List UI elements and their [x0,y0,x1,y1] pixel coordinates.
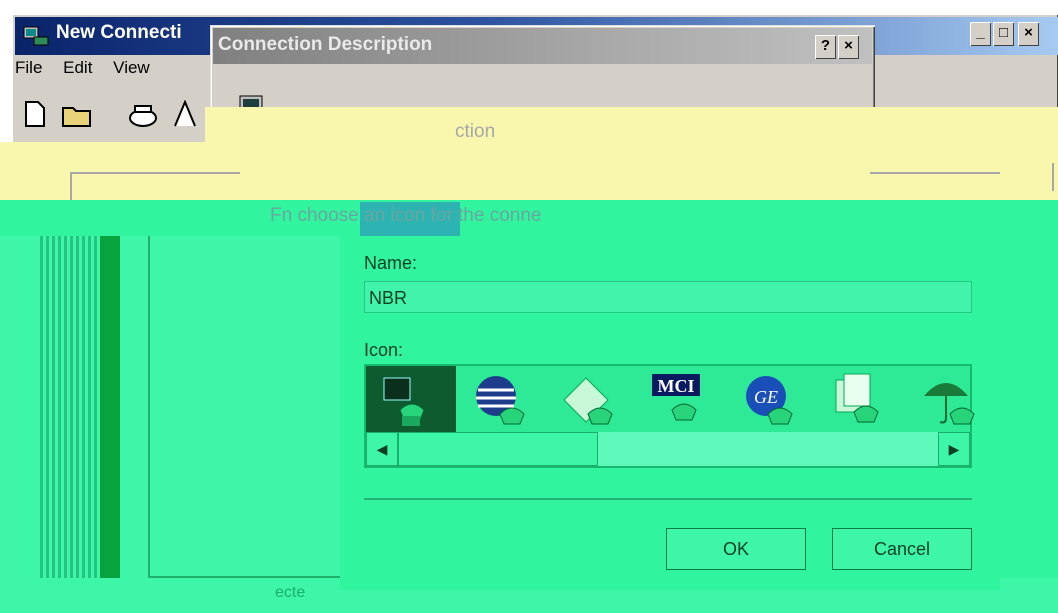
globe-icon[interactable] [458,366,548,436]
frame-line [1052,163,1054,191]
open-folder-icon[interactable] [59,100,95,138]
menu-view[interactable]: View [113,58,150,78]
new-file-icon[interactable] [17,100,53,138]
ok-button[interactable]: OK [666,528,806,570]
ge-icon[interactable]: GE [728,366,818,436]
name-label: Name: [364,253,418,273]
scroll-left-arrow-icon[interactable]: ◀ [366,432,398,466]
icon-label: Icon: [364,340,404,360]
fax-icon[interactable] [548,366,638,436]
app-connection-icon [23,26,49,46]
maximize-button[interactable]: □ [993,22,1014,46]
minimize-button[interactable]: _ [970,22,991,46]
dialog-title: Connection Description [218,34,433,55]
header-overlay [205,107,1058,200]
menu-edit[interactable]: Edit [63,58,92,78]
instruction-text: Fn choose an icon for the conne [270,205,542,226]
close-button[interactable]: × [1018,22,1039,46]
name-input[interactable]: NBR [364,281,972,313]
phone-icon[interactable] [125,100,161,138]
status-text: ecte [275,584,306,601]
frame-line [870,172,1000,174]
scroll-right-arrow-icon[interactable]: ▶ [938,432,970,466]
main-window-title: New Connecti [56,22,182,43]
help-button[interactable]: ? [815,35,836,59]
umbrella-icon[interactable] [908,366,998,436]
mci-icon[interactable]: MCI [638,366,728,436]
dialog-header-text: ction [455,121,496,142]
ge-logo-text: GE [754,387,778,407]
dialog-close-button[interactable]: × [838,35,859,59]
scroll-thumb[interactable] [398,432,598,466]
menu-bar: File Edit View [15,58,166,86]
cancel-button[interactable]: Cancel [832,528,972,570]
panel-frame [148,236,342,578]
dial-icon[interactable] [167,99,203,138]
panel-pattern [40,236,100,590]
menu-file[interactable]: File [15,58,42,78]
button-divider [364,498,972,500]
mci-logo-text: MCI [658,376,695,396]
documents-icon[interactable] [818,366,908,436]
phone-classic-icon[interactable] [366,366,456,436]
frame-line [70,172,240,174]
panel-divider [100,236,120,590]
